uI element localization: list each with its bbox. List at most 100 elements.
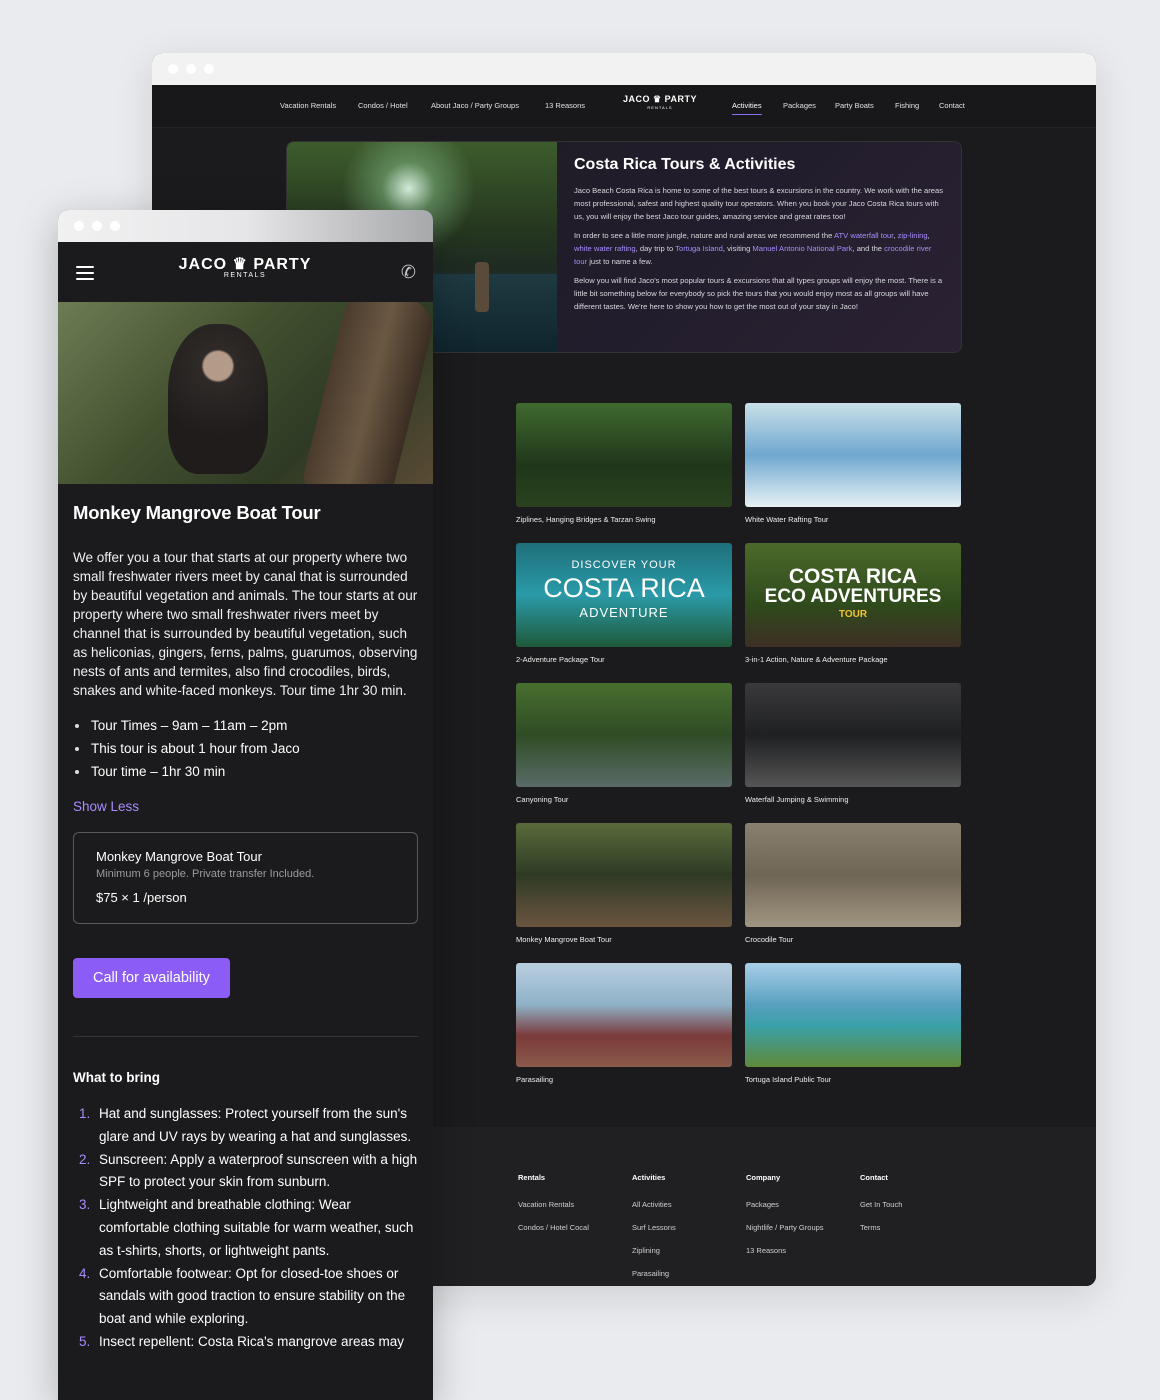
image-overlay-text: DISCOVER YOUR [571, 559, 677, 571]
window-dot-icon[interactable] [92, 221, 102, 231]
tour-caption: Monkey Mangrove Boat Tour [516, 935, 612, 944]
list-item: 1. Hat and sunglasses: Protect yourself f… [79, 1106, 412, 1144]
link-zip-lining[interactable]: zip-lining [898, 231, 928, 240]
footer-link[interactable]: 13 Reasons [746, 1246, 824, 1255]
footer-link[interactable]: Parasailing [632, 1269, 676, 1278]
list-item: 2. Sunscreen: Apply a waterproof sunscree… [79, 1151, 418, 1190]
tour-image [745, 823, 961, 927]
list-item: 3. Lightweight and breathable clothing: W… [79, 1197, 414, 1258]
tour-hero-image [58, 302, 433, 484]
tour-tile[interactable]: DISCOVER YOUR COSTA RICA ADVENTURE 2-Adv… [516, 543, 732, 664]
tour-caption: Canyoning Tour [516, 795, 569, 804]
tour-caption: Tortuga Island Public Tour [745, 1075, 832, 1084]
tour-caption: Crocodile Tour [745, 935, 794, 944]
tour-tile[interactable]: Parasailing [516, 963, 732, 1084]
phone-icon[interactable]: ✆ [401, 262, 416, 283]
nav-link-party-boats[interactable]: Party Boats [835, 101, 874, 110]
list-item: 5. Insect repellent: Costa Rica's mangrov… [79, 1333, 404, 1349]
tour-image [745, 963, 961, 1067]
link-manuel-antonio[interactable]: Manuel Antonio National Park [752, 244, 852, 253]
footer-heading: Company [746, 1173, 781, 1182]
price-card-price: $75 × 1 /person [96, 890, 187, 905]
image-overlay-text: ECO ADVENTURES [764, 586, 942, 607]
nav-link-activities[interactable]: Activities [732, 101, 762, 115]
tour-image [516, 963, 732, 1067]
site-logo[interactable]: JACO ♛ PARTY RENTALS [174, 254, 316, 279]
footer-column-company: Company Packages Nightlife / Party Group… [746, 1173, 824, 1269]
list-item: Tour time – 1hr 30 min [73, 760, 418, 783]
tour-tile[interactable]: Canyoning Tour [516, 683, 732, 804]
tour-caption: White Water Rafting Tour [745, 515, 829, 524]
footer-link[interactable]: Terms [860, 1223, 902, 1232]
hamburger-menu-icon[interactable] [76, 266, 94, 284]
nav-link-13-reasons[interactable]: 13 Reasons [545, 101, 585, 110]
footer-link[interactable]: Nightlife / Party Groups [746, 1223, 824, 1232]
list-item: This tour is about 1 hour from Jaco [73, 737, 418, 760]
tour-image: COSTA RICA ECO ADVENTURES TOUR [745, 543, 961, 647]
window-dot-icon[interactable] [186, 64, 196, 74]
tour-details-list: Tour Times – 9am – 11am – 2pm This tour … [73, 714, 418, 783]
footer-heading: Contact [860, 1173, 888, 1182]
price-card-title: Monkey Mangrove Boat Tour [96, 849, 262, 864]
footer-link[interactable]: Vacation Rentals [518, 1200, 589, 1209]
image-overlay-text: COSTA RICA [543, 573, 705, 603]
site-logo[interactable]: JACO ♛ PARTY RENTALS [615, 94, 705, 110]
image-overlay-text: ADVENTURE [579, 605, 669, 620]
hero-paragraph-2: In order to see a little more jungle, na… [574, 231, 932, 266]
price-card-meta: Minimum 6 people. Private transfer Inclu… [96, 868, 315, 880]
tour-tile[interactable]: Crocodile Tour [745, 823, 961, 944]
image-overlay-text: TOUR [838, 609, 868, 620]
link-white-water-rafting[interactable]: white water rafting [574, 244, 636, 253]
tour-title: Monkey Mangrove Boat Tour [73, 502, 321, 523]
footer-link[interactable]: All Activities [632, 1200, 676, 1209]
crown-icon: ♛ [232, 256, 248, 273]
footer-heading: Activities [632, 1173, 666, 1182]
hero-paragraph-1: Jaco Beach Costa Rica is home to some of… [574, 186, 944, 221]
link-atv-waterfall-tour[interactable]: ATV waterfall tour [834, 231, 893, 240]
logo-word-left: JACO [623, 94, 651, 104]
tour-tile[interactable]: Ziplines, Hanging Bridges & Tarzan Swing [516, 403, 732, 524]
window-dot-icon[interactable] [168, 64, 178, 74]
nav-link-condos-hotel[interactable]: Condos / Hotel [358, 101, 408, 110]
tour-tile[interactable]: Waterfall Jumping & Swimming [745, 683, 961, 804]
tour-image [745, 683, 961, 787]
nav-link-vacation-rentals[interactable]: Vacation Rentals [280, 101, 336, 110]
nav-link-fishing[interactable]: Fishing [895, 101, 919, 110]
window-dot-icon[interactable] [204, 64, 214, 74]
footer-column-activities: Activities All Activities Surf Lessons Z… [632, 1173, 676, 1286]
logo-word-right: PARTY [664, 94, 697, 104]
list-item: 4. Comfortable footwear: Opt for closed-t… [79, 1265, 406, 1327]
what-to-bring-list: 1. Hat and sunglasses: Protect yourself f… [73, 1103, 418, 1354]
top-navigation: Vacation Rentals Condos / Hotel About Ja… [152, 85, 1096, 128]
hero-paragraph-3: Below you will find Jaco's most popular … [574, 276, 943, 311]
nav-link-packages[interactable]: Packages [783, 101, 816, 110]
footer-link[interactable]: Get In Touch [860, 1200, 902, 1209]
window-dot-icon[interactable] [110, 221, 120, 231]
tour-caption: Ziplines, Hanging Bridges & Tarzan Swing [516, 515, 656, 524]
logo-subtitle: RENTALS [647, 105, 673, 110]
list-item: Tour Times – 9am – 11am – 2pm [73, 714, 418, 737]
price-card: Monkey Mangrove Boat Tour Minimum 6 peop… [73, 832, 418, 924]
nav-link-contact[interactable]: Contact [939, 101, 965, 110]
show-less-link[interactable]: Show Less [73, 799, 139, 814]
tour-tile[interactable]: White Water Rafting Tour [745, 403, 961, 524]
tour-caption: 3-in-1 Action, Nature & Adventure Packag… [745, 655, 888, 664]
tour-tile[interactable]: Monkey Mangrove Boat Tour [516, 823, 732, 944]
tour-image [516, 823, 732, 927]
crown-icon: ♛ [653, 94, 662, 104]
tour-image: DISCOVER YOUR COSTA RICA ADVENTURE [516, 543, 732, 647]
mobile-header: JACO ♛ PARTY RENTALS ✆ [58, 242, 433, 302]
browser-chrome [152, 53, 1096, 85]
window-dot-icon[interactable] [74, 221, 84, 231]
link-tortuga-island[interactable]: Tortuga Island [675, 244, 723, 253]
nav-link-about-jaco[interactable]: About Jaco / Party Groups [431, 101, 519, 110]
call-for-availability-button[interactable]: Call for availability [73, 958, 230, 998]
footer-link[interactable]: Ziplining [632, 1246, 676, 1255]
tour-tile[interactable]: COSTA RICA ECO ADVENTURES TOUR 3-in-1 Ac… [745, 543, 961, 664]
footer-link[interactable]: Condos / Hotel Cocal [518, 1223, 589, 1232]
footer-link[interactable]: Surf Lessons [632, 1223, 676, 1232]
footer-column-rentals: Rentals Vacation Rentals Condos / Hotel … [518, 1173, 589, 1246]
tour-tile[interactable]: Tortuga Island Public Tour [745, 963, 961, 1084]
footer-link[interactable]: Packages [746, 1200, 824, 1209]
tour-caption: Waterfall Jumping & Swimming [745, 795, 849, 804]
